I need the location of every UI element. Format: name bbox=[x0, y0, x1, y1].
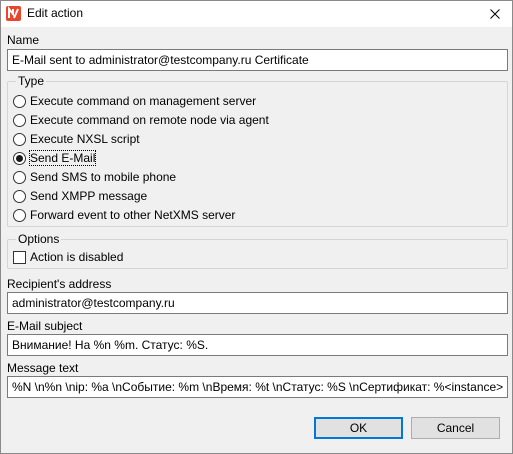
netxms-logo-icon bbox=[6, 6, 21, 21]
close-icon bbox=[490, 9, 500, 19]
radio-label: Forward event to other NetXMS server bbox=[30, 208, 236, 222]
radio-button[interactable] bbox=[13, 94, 26, 108]
radio-button[interactable] bbox=[13, 113, 26, 127]
ok-button[interactable]: OK bbox=[314, 417, 403, 439]
radio-button[interactable] bbox=[13, 170, 26, 184]
radio-label: Send XMPP message bbox=[30, 189, 148, 203]
checkbox[interactable] bbox=[13, 250, 26, 264]
subject-label: E-Mail subject bbox=[7, 319, 83, 333]
radio-label: Execute command on management server bbox=[30, 94, 257, 108]
radio-execute-command-agent[interactable]: Execute command on remote node via agent bbox=[13, 112, 269, 128]
name-label: Name bbox=[7, 33, 40, 47]
action-disabled-checkbox[interactable]: Action is disabled bbox=[13, 249, 123, 265]
radio-send-email[interactable]: Send E-Mail bbox=[13, 150, 97, 166]
type-group: Type Execute command on management serve… bbox=[7, 74, 508, 227]
radio-send-xmpp[interactable]: Send XMPP message bbox=[13, 188, 147, 204]
message-label: Message text bbox=[7, 361, 79, 375]
subject-field[interactable]: Внимание! На %n %m. Статус: %S. bbox=[7, 334, 508, 356]
radio-execute-nxsl-script[interactable]: Execute NXSL script bbox=[13, 131, 140, 147]
recipient-field[interactable]: administrator@testcompany.ru bbox=[7, 292, 508, 314]
radio-forward-event[interactable]: Forward event to other NetXMS server bbox=[13, 207, 235, 223]
message-field[interactable]: %N \n%n \nip: %a \nСобытие: %m \nВремя: … bbox=[7, 376, 508, 398]
radio-button[interactable] bbox=[13, 132, 26, 146]
window-title: Edit action bbox=[27, 6, 84, 20]
cancel-button[interactable]: Cancel bbox=[411, 417, 500, 439]
radio-label: Execute NXSL script bbox=[30, 132, 140, 146]
edit-action-dialog: Edit action Name E-Mail sent to administ… bbox=[0, 0, 513, 454]
name-field[interactable]: E-Mail sent to administrator@testcompany… bbox=[7, 49, 508, 71]
radio-button[interactable] bbox=[13, 208, 26, 222]
title-bar: Edit action bbox=[1, 1, 512, 27]
radio-execute-command-server[interactable]: Execute command on management server bbox=[13, 93, 256, 109]
options-group-title: Options bbox=[16, 232, 62, 246]
radio-label: Execute command on remote node via agent bbox=[30, 113, 269, 127]
radio-button[interactable] bbox=[13, 189, 26, 203]
recipient-label: Recipient's address bbox=[7, 277, 112, 291]
radio-send-sms[interactable]: Send SMS to mobile phone bbox=[13, 169, 176, 185]
close-button[interactable] bbox=[478, 1, 512, 27]
checkbox-label: Action is disabled bbox=[30, 250, 124, 264]
radio-label: Send SMS to mobile phone bbox=[30, 170, 177, 184]
type-group-title: Type bbox=[16, 74, 47, 88]
radio-button-selected[interactable] bbox=[13, 151, 26, 165]
options-group: Options Action is disabled bbox=[7, 232, 508, 269]
radio-label: Send E-Mail bbox=[28, 150, 97, 166]
